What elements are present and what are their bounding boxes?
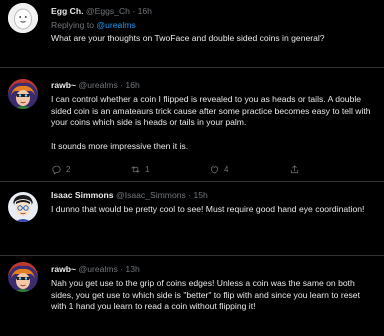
reply-icon (52, 165, 61, 175)
tweet-text: Nah you get use to the grip of coins edg… (51, 278, 360, 312)
like-icon (210, 166, 219, 174)
tweet-text: I dunno that would be pretty cool to see… (51, 204, 365, 214)
rawb-avatar-icon (8, 262, 38, 292)
author-handle[interactable]: @urealms (78, 264, 117, 274)
author-handle[interactable]: @Eggs_Ch (86, 6, 130, 16)
like-count: 4 (224, 165, 229, 174)
author-name[interactable]: Isaac Simmons (51, 190, 114, 200)
share-icon (290, 165, 299, 174)
replying-prefix: Replying to (51, 20, 94, 30)
tweet-paragraph: It sounds more impressive then it is. (51, 140, 189, 151)
author-handle[interactable]: @urealms (78, 80, 117, 90)
retweet-count: 1 (145, 165, 150, 174)
avatar-rawb[interactable] (8, 79, 38, 109)
isaac-avatar-icon (8, 192, 38, 222)
tweet-actions: 2 1 4 (51, 164, 351, 176)
tweet-text: I can control whether a coin I flipped i… (51, 94, 377, 152)
tweet-isaac-simmons[interactable]: Isaac Simmons @Isaac_Simmons · 15h I dun… (0, 182, 384, 254)
avatar-egg-ch[interactable] (8, 3, 38, 33)
like-button[interactable]: 4 (209, 164, 228, 176)
timestamp[interactable]: 16h (125, 80, 139, 90)
tweet-header: Egg Ch. @Eggs_Ch · 16h (51, 6, 152, 18)
timestamp[interactable]: 15h (193, 190, 207, 200)
tweet-paragraph: I can control whether a coin I flipped i… (51, 94, 371, 128)
tweet-header: rawb~ @urealms · 13h (51, 264, 140, 276)
author-handle[interactable]: @Isaac_Simmons (116, 190, 186, 200)
tweet-rawb-2[interactable]: rawb~ @urealms · 13h Nah you get use to … (0, 256, 384, 336)
tweet-egg-ch[interactable]: Egg Ch. @Eggs_Ch · 16h Replying to @urea… (0, 0, 384, 68)
tweet-rawb-1[interactable]: rawb~ @urealms · 16h I can control wheth… (0, 68, 384, 181)
dot-separator: · (188, 190, 192, 200)
retweet-button[interactable]: 1 (130, 164, 149, 176)
dot-separator: · (120, 80, 124, 90)
timestamp[interactable]: 16h (138, 6, 152, 16)
share-button[interactable] (289, 164, 300, 175)
author-name[interactable]: rawb~ (51, 80, 76, 90)
reply-button[interactable]: 2 (51, 164, 70, 176)
tweet-header: Isaac Simmons @Isaac_Simmons · 15h (51, 190, 208, 202)
tweet-text: What are your thoughts on TwoFace and do… (51, 33, 325, 43)
timestamp[interactable]: 13h (125, 264, 139, 274)
retweet-icon (131, 166, 140, 173)
avatar-isaac[interactable] (8, 192, 38, 222)
author-name[interactable]: rawb~ (51, 264, 76, 274)
avatar-rawb[interactable] (8, 262, 38, 292)
author-name[interactable]: Egg Ch. (51, 6, 83, 16)
reply-count: 2 (66, 165, 71, 174)
dot-separator: · (120, 264, 124, 274)
egg-avatar-icon (8, 3, 38, 33)
dot-separator: · (132, 6, 136, 16)
rawb-avatar-icon (8, 79, 38, 109)
replying-to-line: Replying to @urealms (51, 20, 136, 32)
tweet-header: rawb~ @urealms · 16h (51, 80, 140, 92)
replying-to-handle[interactable]: @urealms (96, 20, 135, 30)
